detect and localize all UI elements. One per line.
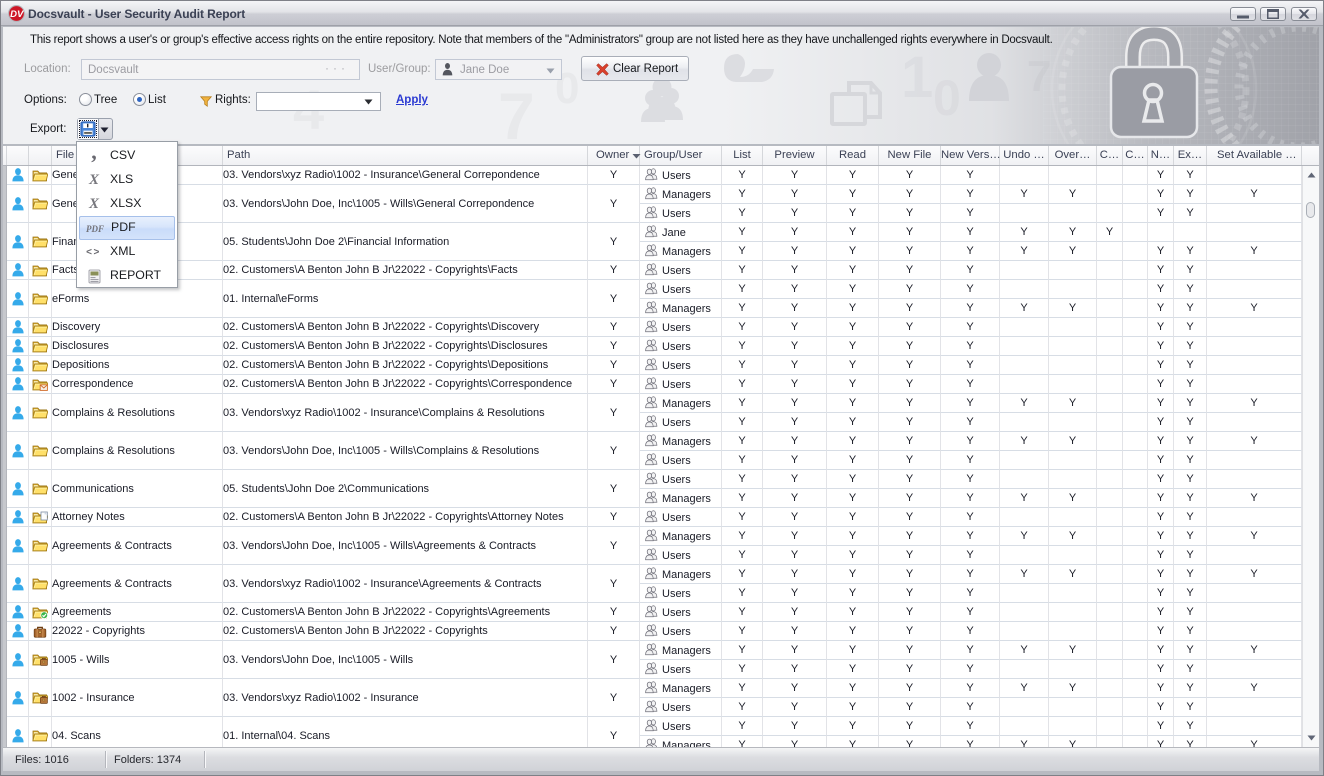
svg-text:7: 7	[498, 79, 535, 145]
svg-text:DV: DV	[10, 9, 24, 20]
svg-text:7: 7	[1027, 52, 1051, 101]
svg-text:0: 0	[933, 70, 961, 126]
svg-text:1: 1	[901, 45, 933, 110]
